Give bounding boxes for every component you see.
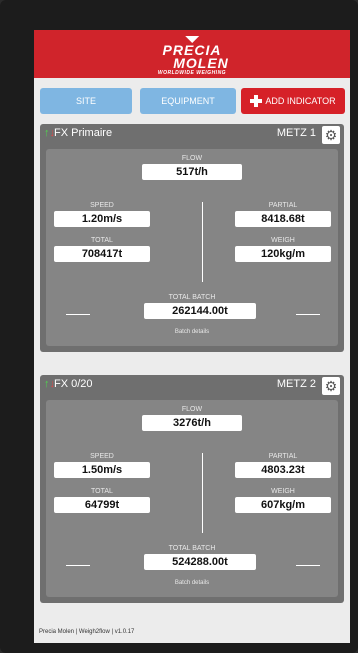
speed-value: 1.50m/s	[54, 462, 150, 478]
gear-icon[interactable]: ⚙	[322, 126, 340, 144]
indicator-card: ↑↓ FX Primaire METZ 1 ⚙ FLOW 517t/h SPEE…	[40, 124, 344, 352]
logo-line2: MOLEN	[173, 55, 229, 71]
flow-label: FLOW	[181, 406, 203, 413]
indicator-panel: FLOW 3276t/h SPEED 1.50m/s PARTIAL 4803.…	[46, 400, 338, 597]
total-label: TOTAL	[91, 237, 113, 244]
flow-label: FLOW	[181, 155, 203, 162]
partial-label: PARTIAL	[268, 453, 298, 460]
total-label: TOTAL	[91, 488, 113, 495]
total-batch-value: 524288.00t	[144, 554, 256, 570]
batch-details-link[interactable]: Batch details	[46, 329, 338, 335]
logo-tagline: WORLDWIDE WEIGHING	[157, 70, 227, 76]
flow-value: 3276t/h	[142, 415, 242, 431]
total-value: 64799t	[54, 497, 150, 513]
weigh-label: WEIGH	[271, 488, 295, 495]
plus-icon	[250, 95, 263, 107]
weigh-value: 607kg/m	[235, 497, 331, 513]
app-screen: PRECIA MOLEN WORLDWIDE WEIGHING SITE EQU…	[34, 30, 350, 643]
indicator-name: FX 0/20	[54, 378, 93, 390]
device-frame: PRECIA MOLEN WORLDWIDE WEIGHING SITE EQU…	[0, 0, 358, 653]
total-batch-label: TOTAL BATCH	[168, 545, 216, 552]
weigh-value: 120kg/m	[235, 246, 331, 262]
total-batch-label: TOTAL BATCH	[168, 294, 216, 301]
site-button[interactable]: SITE	[40, 88, 132, 114]
batch-details-link[interactable]: Batch details	[46, 580, 338, 586]
speed-value: 1.20m/s	[54, 211, 150, 227]
card-header: ↑↓ FX Primaire METZ 1 ⚙	[40, 124, 344, 144]
partial-label: PARTIAL	[268, 202, 298, 209]
speed-label: SPEED	[90, 202, 114, 209]
dash-right	[296, 314, 320, 315]
weigh-label: WEIGH	[271, 237, 295, 244]
indicator-card: ↑↓ FX 0/20 METZ 2 ⚙ FLOW 3276t/h SPEED 1…	[40, 375, 344, 603]
indicator-location: METZ 2	[276, 378, 316, 390]
dash-right	[296, 565, 320, 566]
partial-value: 4803.23t	[235, 462, 331, 478]
indicator-location: METZ 1	[276, 127, 316, 139]
flow-value: 517t/h	[142, 164, 242, 180]
partial-value: 8418.68t	[235, 211, 331, 227]
precia-molen-logo: PRECIA MOLEN WORLDWIDE WEIGHING	[155, 36, 229, 77]
equipment-button[interactable]: EQUIPMENT	[140, 88, 236, 114]
dash-left	[66, 565, 90, 566]
speed-label: SPEED	[90, 453, 114, 460]
divider	[202, 453, 203, 533]
total-value: 708417t	[54, 246, 150, 262]
indicator-name: FX Primaire	[54, 127, 113, 139]
card-header: ↑↓ FX 0/20 METZ 2 ⚙	[40, 375, 344, 395]
indicator-panel: FLOW 517t/h SPEED 1.20m/s PARTIAL 8418.6…	[46, 149, 338, 346]
action-bar: SITE EQUIPMENT ADD INDICATOR	[40, 88, 345, 114]
add-indicator-label: ADD INDICATOR	[265, 96, 336, 106]
divider	[202, 202, 203, 282]
add-indicator-button[interactable]: ADD INDICATOR	[241, 88, 345, 114]
gear-icon[interactable]: ⚙	[322, 377, 340, 395]
dash-left	[66, 314, 90, 315]
app-header: PRECIA MOLEN WORLDWIDE WEIGHING	[34, 30, 350, 78]
app-footer: Precia Molen | Weigh2flow | v1.0.17	[39, 629, 135, 635]
total-batch-value: 262144.00t	[144, 303, 256, 319]
